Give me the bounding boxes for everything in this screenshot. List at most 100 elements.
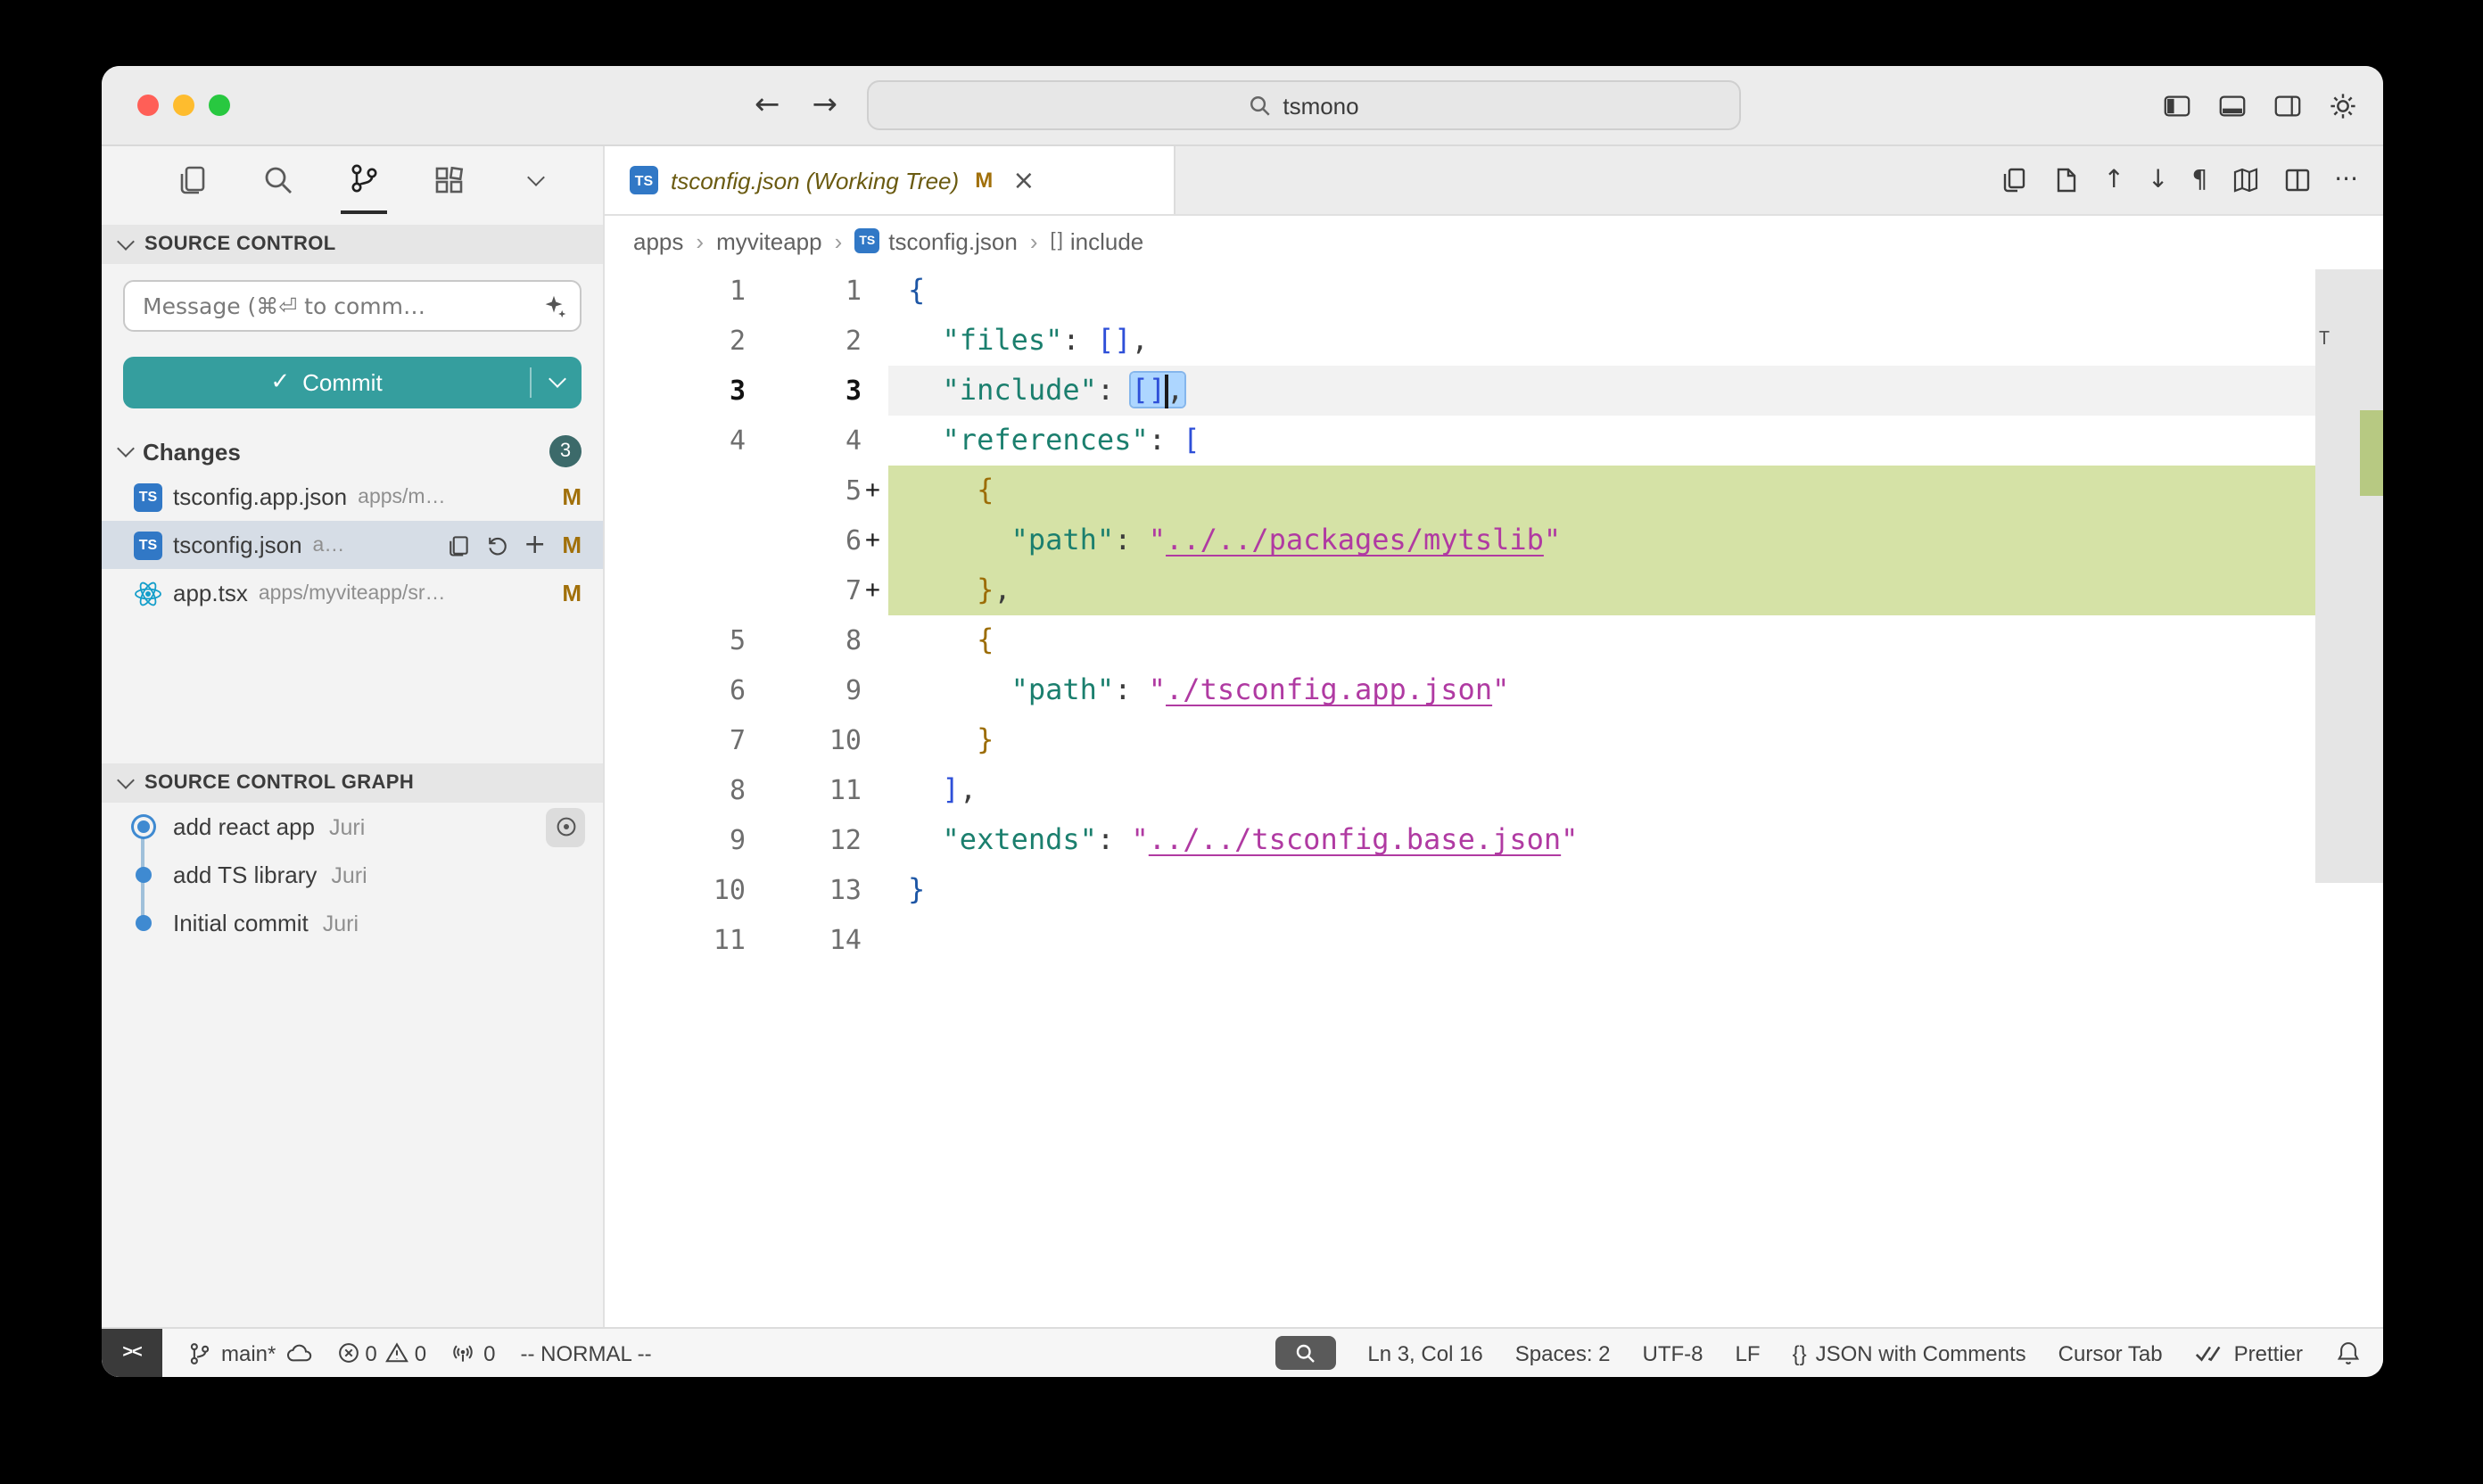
- close-window-button[interactable]: [137, 95, 159, 116]
- open-file-icon[interactable]: [445, 532, 470, 557]
- tab-tsconfig-working-tree[interactable]: TS tsconfig.json (Working Tree) M ×: [605, 146, 1176, 214]
- stage-changes-icon[interactable]: +: [524, 532, 546, 558]
- cursor-tab-status[interactable]: Cursor Tab: [2058, 1340, 2163, 1365]
- source-control-view-icon[interactable]: [341, 146, 387, 214]
- explorer-icon[interactable]: [169, 146, 216, 214]
- source-control-graph-header[interactable]: SOURCE CONTROL GRAPH: [102, 763, 603, 803]
- open-file-icon[interactable]: [2052, 166, 2081, 194]
- next-change-icon[interactable]: ↓: [2148, 168, 2168, 193]
- commit-author: Juri: [331, 862, 367, 887]
- eol-status[interactable]: LF: [1736, 1340, 1761, 1365]
- scrollbar-thumb[interactable]: [2315, 269, 2383, 883]
- code-text: "references": [: [888, 416, 2315, 466]
- branch-name: main*: [221, 1340, 276, 1365]
- code-line[interactable]: 7+ },: [605, 565, 2383, 615]
- branch-status[interactable]: main*: [187, 1340, 311, 1365]
- changes-label: Changes: [143, 438, 241, 465]
- notifications-bell-icon[interactable]: [2335, 1340, 2362, 1366]
- commit-row[interactable]: add react appJuri: [102, 803, 603, 851]
- check-icon: ✓: [270, 369, 290, 396]
- encoding-status[interactable]: UTF-8: [1643, 1340, 1703, 1365]
- changed-file-row[interactable]: TStsconfig.app.jsonapps/m…M: [102, 473, 603, 521]
- command-center-search[interactable]: tsmono: [867, 80, 1741, 130]
- added-line-marker: +: [862, 515, 888, 565]
- inline-file-actions: +: [445, 532, 546, 558]
- text-selection: [],: [1132, 373, 1184, 407]
- breadcrumb-item[interactable]: apps: [633, 227, 683, 254]
- code-line[interactable]: 44 "references": [: [605, 416, 2383, 466]
- problems-status[interactable]: 0 0: [336, 1340, 426, 1365]
- file-link[interactable]: ../../packages/mytslib: [1166, 523, 1544, 556]
- commit-button[interactable]: ✓ Commit: [123, 357, 582, 408]
- split-editor-icon[interactable]: [2282, 166, 2311, 194]
- code-line[interactable]: 33 "include": [],: [605, 366, 2383, 416]
- commit-dropdown-button[interactable]: [532, 380, 582, 385]
- formatter-status[interactable]: Prettier: [2195, 1340, 2303, 1365]
- code-line[interactable]: 69 "path": "./tsconfig.app.json": [605, 665, 2383, 715]
- commit-target-button[interactable]: [546, 807, 585, 846]
- code-text: }: [888, 715, 2315, 765]
- file-link[interactable]: ./tsconfig.app.json: [1166, 672, 1492, 706]
- more-actions-icon[interactable]: ···: [2334, 168, 2358, 193]
- code-line[interactable]: 811 ],: [605, 765, 2383, 815]
- commit-author: Juri: [329, 814, 365, 839]
- zoom-status-chip[interactable]: [1274, 1336, 1335, 1370]
- back-icon[interactable]: ←: [755, 87, 780, 123]
- breadcrumb-item[interactable]: [ ]include: [1051, 227, 1144, 254]
- breadcrumb-item[interactable]: myviteapp: [716, 227, 822, 254]
- language-mode-status[interactable]: {} JSON with Comments: [1793, 1340, 2026, 1365]
- forward-icon[interactable]: →: [813, 87, 838, 123]
- code-line[interactable]: 6+ "path": "../../packages/mytslib": [605, 515, 2383, 565]
- code-text: [888, 915, 2315, 965]
- copilot-sparkle-icon[interactable]: [540, 293, 567, 328]
- previous-change-icon[interactable]: ↑: [2104, 168, 2124, 193]
- added-line-marker: [862, 665, 888, 715]
- old-line-number: [605, 565, 746, 615]
- code-lines: 11{22 "files": [],33 "include": [],44 "r…: [605, 266, 2383, 965]
- indentation-status[interactable]: Spaces: 2: [1515, 1340, 1611, 1365]
- vim-mode-status[interactable]: -- NORMAL --: [521, 1340, 652, 1365]
- breadcrumb-item[interactable]: TStsconfig.json: [854, 227, 1018, 254]
- commit-row[interactable]: add TS libraryJuri: [102, 851, 603, 899]
- minimap[interactable]: T: [2315, 266, 2383, 1327]
- commit-row[interactable]: Initial commitJuri: [102, 899, 603, 947]
- ports-status[interactable]: 0: [451, 1340, 495, 1365]
- new-line-number: 9: [746, 665, 862, 715]
- remote-indicator[interactable]: ><: [102, 1329, 162, 1377]
- changes-tree-header[interactable]: Changes 3: [102, 430, 603, 473]
- search-view-icon[interactable]: [255, 146, 301, 214]
- code-line[interactable]: 710 }: [605, 715, 2383, 765]
- source-control-section-header[interactable]: SOURCE CONTROL: [102, 225, 603, 264]
- added-line-marker: [862, 366, 888, 416]
- code-line[interactable]: 58 {: [605, 615, 2383, 665]
- toggle-secondary-sidebar-icon[interactable]: [2273, 90, 2303, 120]
- changed-file-row[interactable]: app.tsxapps/myviteapp/sr…M: [102, 569, 603, 617]
- code-line[interactable]: 11{: [605, 266, 2383, 316]
- code-line[interactable]: 1114: [605, 915, 2383, 965]
- code-line[interactable]: 912 "extends": "../../tsconfig.base.json…: [605, 815, 2383, 865]
- toggle-primary-sidebar-icon[interactable]: [2162, 90, 2192, 120]
- code-line[interactable]: 1013}: [605, 865, 2383, 915]
- render-whitespace-icon[interactable]: ¶: [2191, 168, 2207, 193]
- breadcrumb-separator: ›: [696, 227, 704, 254]
- close-tab-icon[interactable]: ×: [1012, 164, 1035, 196]
- old-line-number: 11: [605, 915, 746, 965]
- open-changes-icon[interactable]: [2000, 166, 2029, 194]
- changed-file-row[interactable]: TStsconfig.jsona…+M: [102, 521, 603, 569]
- code-text: {: [888, 615, 2315, 665]
- file-link[interactable]: ../../tsconfig.base.json: [1149, 822, 1561, 856]
- settings-gear-icon[interactable]: [2328, 90, 2358, 120]
- toggle-panel-icon[interactable]: [2217, 90, 2248, 120]
- discard-changes-icon[interactable]: [484, 532, 509, 557]
- minimize-window-button[interactable]: [173, 95, 194, 116]
- map-outline-icon[interactable]: [2231, 166, 2259, 194]
- code-line[interactable]: 22 "files": [],: [605, 316, 2383, 366]
- title-bar[interactable]: ← → tsmono: [102, 66, 2383, 146]
- commit-message: Initial commit: [173, 910, 309, 936]
- maximize-window-button[interactable]: [209, 95, 230, 116]
- commit-message-input[interactable]: [123, 280, 582, 332]
- more-views-chevron-icon[interactable]: [512, 146, 558, 214]
- code-line[interactable]: 5+ {: [605, 466, 2383, 515]
- cursor-position-status[interactable]: Ln 3, Col 16: [1367, 1340, 1482, 1365]
- extensions-view-icon[interactable]: [426, 146, 473, 214]
